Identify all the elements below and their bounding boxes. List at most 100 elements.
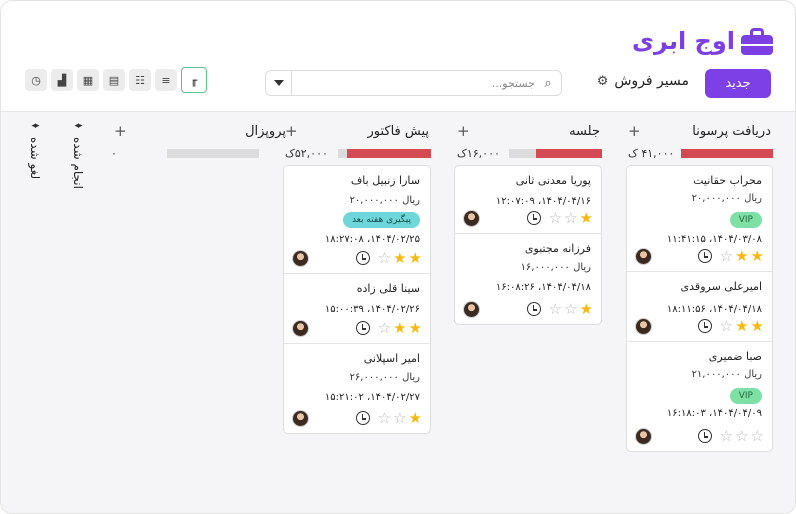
deal-name: فرزانه مجتبوی	[524, 242, 591, 255]
deal-amount: ریال ۲۰,۰۰۰,۰۰۰	[691, 193, 762, 204]
grid-icon[interactable]: ▦	[77, 69, 99, 91]
rating[interactable]: ★ ☆ ☆	[549, 210, 593, 226]
deal-date: ۱۴۰۴/۰۴/۰۹، ۱۶:۱۸:۰۳	[666, 408, 762, 419]
column-progress-bar	[509, 149, 602, 158]
status-badge: VIP	[729, 388, 762, 404]
kanban-icon[interactable]: ╓	[181, 67, 207, 93]
star-icon[interactable]: ☆	[720, 318, 733, 334]
deal-name: سینا قلی زاده	[356, 282, 420, 295]
rating[interactable]: ★ ★ ☆	[378, 320, 422, 336]
avatar	[292, 409, 309, 427]
column-title-proposal: پروپزال	[245, 124, 286, 139]
rating[interactable]: ★ ★ ☆	[720, 318, 764, 334]
avatar	[292, 319, 309, 337]
expand-arrows-icon[interactable]: ◂▸	[25, 121, 45, 131]
new-deal-button[interactable]: جدید	[705, 69, 771, 98]
column-title-meeting: جلسه	[569, 124, 600, 139]
column-cards-persona: محراب حقانیت ریال ۲۰,۰۰۰,۰۰۰ VIP ۱۴۰۴/۰۳…	[626, 165, 773, 452]
collapsed-column-label: انجام شده	[71, 137, 85, 189]
rating[interactable]: ★ ★ ☆	[378, 250, 422, 266]
star-icon[interactable]: ☆	[720, 428, 733, 444]
star-icon[interactable]: ★	[580, 301, 593, 317]
pipeline-selector[interactable]: مسیر فروش ⚙	[597, 73, 689, 89]
clock-icon[interactable]	[355, 321, 370, 335]
expand-arrows-icon[interactable]: ◂▸	[68, 121, 88, 131]
star-icon[interactable]: ☆	[751, 428, 764, 444]
star-icon[interactable]: ☆	[564, 301, 577, 317]
deal-date: ۱۴۰۴/۰۲/۲۶، ۱۵:۰۰:۳۹	[324, 304, 420, 315]
star-icon[interactable]: ☆	[378, 320, 391, 336]
deal-date: ۱۴۰۴/۰۳/۰۸، ۱۱:۴۱:۱۵	[666, 234, 762, 245]
add-card-plus-icon[interactable]: +	[628, 122, 641, 140]
star-icon[interactable]: ★	[393, 320, 406, 336]
column-count: ۰	[111, 147, 117, 160]
star-icon[interactable]: ☆	[735, 428, 748, 444]
column-cards-proforma: سارا زنبیل باف ریال ۲۰,۰۰۰,۰۰۰ پیگیری هف…	[283, 165, 431, 434]
rating[interactable]: ★ ★ ☆	[720, 248, 764, 264]
rating[interactable]: ☆ ☆ ☆	[720, 428, 764, 444]
deal-card[interactable]: محراب حقانیت ریال ۲۰,۰۰۰,۰۰۰ VIP ۱۴۰۴/۰۳…	[627, 166, 772, 272]
deal-name: سارا زنبیل باف	[350, 174, 420, 187]
deal-card[interactable]: پوریا معدنی ثانی ۱۴۰۴/۰۴/۱۶، ۱۲:۰۷:۰۹ ★ …	[455, 166, 601, 234]
add-card-plus-icon[interactable]: +	[114, 122, 127, 140]
status-badge: VIP	[729, 212, 762, 228]
status-badge: پیگیری هفته بعد	[342, 212, 420, 228]
star-icon[interactable]: ☆	[549, 210, 562, 226]
star-icon[interactable]: ☆	[564, 210, 577, 226]
collapsed-column-done[interactable]: ◂▸ انجام شده	[68, 121, 88, 189]
deal-amount: ریال ۲۶,۰۰۰,۰۰۰	[349, 372, 420, 383]
deal-date: ۱۴۰۴/۰۲/۲۵، ۱۸:۲۷:۰۸	[324, 234, 420, 245]
star-icon[interactable]: ★	[735, 318, 748, 334]
star-icon[interactable]: ★	[735, 248, 748, 264]
add-card-plus-icon[interactable]: +	[285, 122, 298, 140]
star-icon[interactable]: ☆	[378, 410, 391, 426]
deal-date: ۱۴۰۴/۰۴/۱۶، ۱۲:۰۷:۰۹	[495, 196, 591, 207]
deal-card[interactable]: امیر اسپلانی ریال ۲۶,۰۰۰,۰۰۰ ۱۴۰۴/۰۲/۲۷،…	[284, 344, 430, 433]
star-icon[interactable]: ★	[409, 250, 422, 266]
clock-icon[interactable]	[526, 302, 541, 316]
column-amount: ۵۲,۰۰۰ک	[285, 147, 328, 160]
clock-icon[interactable]	[355, 251, 370, 265]
brand-logo[interactable]: اوج ابری	[632, 23, 773, 59]
star-icon[interactable]: ☆	[549, 301, 562, 317]
clock-icon[interactable]	[355, 411, 370, 425]
add-card-plus-icon[interactable]: +	[457, 122, 470, 140]
star-icon[interactable]: ☆	[378, 250, 391, 266]
deal-card[interactable]: فرزانه مجتبوی ریال ۱۶,۰۰۰,۰۰۰ ۱۴۰۴/۰۴/۱۸…	[455, 234, 601, 324]
search-filter-dropdown[interactable]	[266, 71, 292, 95]
list-icon[interactable]: ≡	[155, 69, 177, 91]
clock-icon[interactable]	[526, 211, 541, 225]
deal-card[interactable]: سینا قلی زاده ۱۴۰۴/۰۲/۲۶، ۱۵:۰۰:۳۹ ★ ★ ☆	[284, 274, 430, 344]
clock-icon[interactable]	[697, 429, 712, 443]
collapsed-column-cancelled[interactable]: ◂▸ لغو شده	[25, 121, 45, 179]
rating[interactable]: ★ ☆ ☆	[378, 410, 422, 426]
deal-card[interactable]: سارا زنبیل باف ریال ۲۰,۰۰۰,۰۰۰ پیگیری هف…	[284, 166, 430, 274]
star-icon[interactable]: ☆	[393, 410, 406, 426]
search-input[interactable]	[292, 76, 535, 90]
deal-amount: ریال ۱۶,۰۰۰,۰۰۰	[520, 262, 591, 273]
history-icon[interactable]: ◷	[25, 69, 47, 91]
star-icon[interactable]: ★	[751, 318, 764, 334]
avatar	[292, 249, 309, 267]
column-amount: ۱۶,۰۰۰ک	[457, 147, 500, 160]
deal-card[interactable]: امیرعلی سروقدی ۱۴۰۴/۰۴/۱۸، ۱۸:۱۱:۵۶ ★ ★ …	[627, 272, 772, 342]
star-icon[interactable]: ★	[751, 248, 764, 264]
calendar-icon[interactable]: ▤	[103, 69, 125, 91]
chart-icon[interactable]: ▟	[51, 69, 73, 91]
gear-icon[interactable]: ⚙	[597, 74, 609, 89]
table-icon[interactable]: ☷	[129, 69, 151, 91]
star-icon[interactable]: ★	[580, 210, 593, 226]
pipeline-label: مسیر فروش	[614, 73, 689, 89]
clock-icon[interactable]	[697, 319, 712, 333]
star-icon[interactable]: ★	[393, 250, 406, 266]
star-icon[interactable]: ★	[409, 410, 422, 426]
brand-name: اوج ابری	[632, 27, 735, 55]
deal-card[interactable]: صبا ضمیری ریال ۲۱,۰۰۰,۰۰۰ VIP ۱۴۰۴/۰۴/۰۹…	[627, 342, 772, 451]
deal-name: پوریا معدنی ثانی	[515, 174, 591, 187]
star-icon[interactable]: ☆	[720, 248, 733, 264]
star-icon[interactable]: ★	[409, 320, 422, 336]
clock-icon[interactable]	[697, 249, 712, 263]
rating[interactable]: ★ ☆ ☆	[549, 301, 593, 317]
deal-amount: ریال ۲۱,۰۰۰,۰۰۰	[691, 369, 762, 380]
column-progress-bar	[167, 149, 259, 158]
